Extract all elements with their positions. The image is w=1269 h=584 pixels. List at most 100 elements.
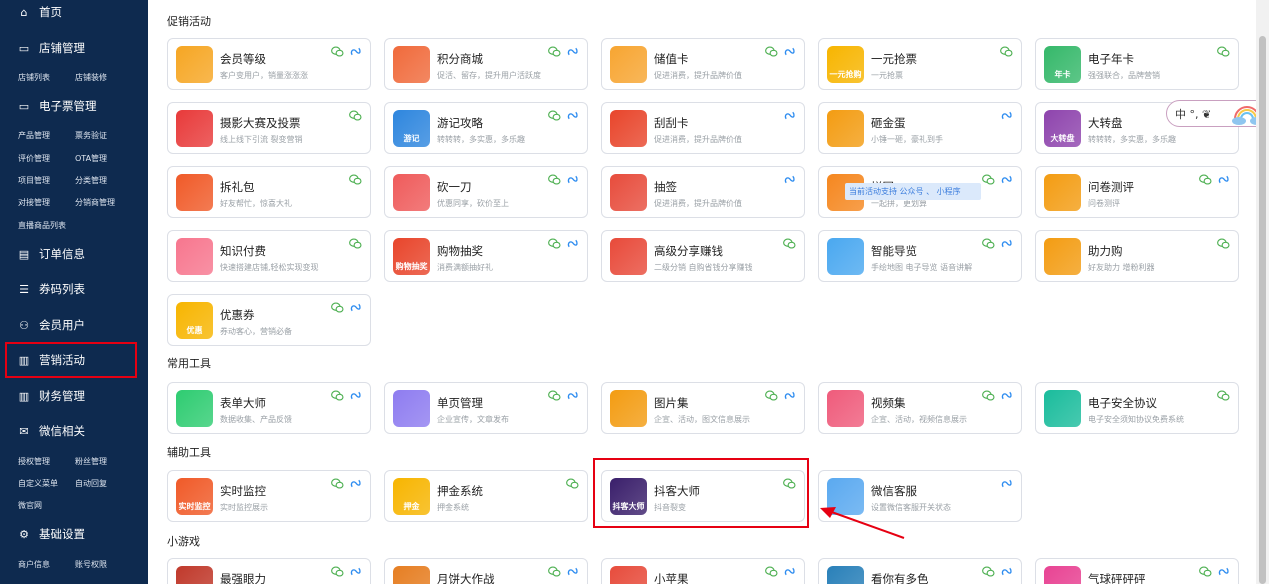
nav-sub-custom-menu[interactable]: 自定义菜单 [18,478,58,489]
platform-badges [1199,565,1230,578]
card-desc: 问卷测评 [1088,199,1120,208]
activity-card[interactable]: 助力购 好友助力 增粉利器 [1035,230,1239,282]
wechat-badge-icon [765,566,778,577]
nav-orders[interactable]: ▤ 订单信息 [18,244,85,264]
scrollbar-thumb[interactable] [1259,36,1266,584]
card-title: 问卷测评 [1088,180,1134,194]
card-desc: 强强联合，品牌营销 [1088,71,1160,80]
miniprogram-badge-icon [567,175,578,184]
activity-card[interactable]: 拆礼包 好友帮忙，惊喜大礼 [167,166,371,218]
tile-label: 大转盘 [1050,134,1075,143]
card-title: 拆礼包 [220,180,255,194]
nav-finance[interactable]: ▥ 财务管理 [18,386,85,406]
activity-card[interactable]: 刮刮卡 促进消费，提升品牌价值 [601,102,805,154]
nav-sub-auto-reply[interactable]: 自动回复 [75,478,107,489]
activity-card[interactable]: 实时监控 实时监控 实时监控展示 [167,470,371,522]
nav-sub-fans[interactable]: 粉丝管理 [75,456,107,467]
miniprogram-badge-icon [1001,111,1012,120]
activity-card[interactable]: 储值卡 促进消费，提升品牌价值 [601,38,805,90]
nav-sub-verify[interactable]: 票务验证 [75,130,107,141]
activity-card[interactable]: 抽签 促进消费，提升品牌价值 [601,166,805,218]
miniprogram-badge-icon [1001,479,1012,488]
wechat-badge-icon [349,238,362,249]
activity-card[interactable]: 砍一刀 优惠同享，砍价至上 [384,166,588,218]
wechat-badge-icon [331,566,344,577]
platform-badges [783,237,796,250]
platform-badges [765,389,796,402]
nav-members[interactable]: ⚇ 会员用户 [18,315,85,335]
card-title: 押金系统 [437,484,483,498]
activity-card[interactable]: 月饼大作战 [384,558,588,584]
activity-card[interactable]: 购物抽奖 购物抽奖 消费满额抽好礼 [384,230,588,282]
activity-card[interactable]: 一元抢购 一元抢票 一元抢票 [818,38,1022,90]
activity-card[interactable]: 游记 游记攻略 转转转，多实惠，多乐趣 [384,102,588,154]
activity-card[interactable]: 问卷测评 问卷测评 [1035,166,1239,218]
wechat-badge-icon [331,390,344,401]
platform-badges [331,45,362,58]
single-page-icon [393,390,430,427]
activity-card[interactable]: 小苹果 [601,558,805,584]
card-title: 最强眼力 [220,572,266,584]
activity-card[interactable]: 视频集 企宣、活动，视频信息展示 [818,382,1022,434]
nav-sub-store-list[interactable]: 店铺列表 [18,72,50,83]
nav-sub-docking[interactable]: 对接管理 [18,197,50,208]
red-arrow-annotation [820,507,905,539]
nav-sub-ota[interactable]: OTA管理 [75,153,107,164]
activity-card[interactable]: 优惠 优惠券 券动客心，营销必备 [167,294,371,346]
activity-card[interactable]: 图片集 企宣、活动，图文信息展示 [601,382,805,434]
activity-card[interactable]: 砸金蛋 小锤一砸，豪礼到手 [818,102,1022,154]
platform-badges [548,109,579,122]
activity-card[interactable]: 知识付费 快速搭建店铺,轻松实现变现 [167,230,371,282]
miniprogram-badge-icon [784,175,795,184]
marketing-highlight-box [5,342,137,378]
scratch-card-icon [610,110,647,147]
nav-home[interactable]: ⌂ 首页 [18,2,63,22]
nav-store[interactable]: ▭ 店铺管理 [18,38,85,58]
activity-card[interactable]: 气球砰砰砰 [1035,558,1239,584]
activity-card[interactable]: 最强眼力 [167,558,371,584]
activity-card[interactable]: 单页管理 企业宣传，文章发布 [384,382,588,434]
nav-sub-live-goods[interactable]: 直播商品列表 [18,220,66,231]
nav-sub-auth[interactable]: 授权管理 [18,456,50,467]
wechat-badge-icon [982,174,995,185]
activity-card[interactable]: 年卡 电子年卡 强强联合，品牌营销 [1035,38,1239,90]
nav-sub-account[interactable]: 账号权限 [75,559,107,570]
scrollbar[interactable] [1256,0,1269,584]
wechat-badge-icon [548,174,561,185]
activity-card[interactable]: 电子安全协议 电子安全须知协议免费系统 [1035,382,1239,434]
nav-settings[interactable]: ⚙ 基础设置 [18,524,85,544]
activity-card[interactable]: 智能导览 手绘地图 电子导览 语音讲解 [818,230,1022,282]
activity-card[interactable]: 看你有多色 [818,558,1022,584]
nav-sub-merchant[interactable]: 商户信息 [18,559,50,570]
card-desc: 电子安全须知协议免费系统 [1088,415,1184,424]
nav-sub-project[interactable]: 项目管理 [18,175,50,186]
activity-card[interactable]: 会员等级 客户变用户，销量涨涨涨 [167,38,371,90]
activity-card[interactable]: 表单大师 数据收集、产品反馈 [167,382,371,434]
eyesight-game-icon [176,566,213,584]
nav-wechat[interactable]: ✉ 微信相关 [18,421,85,441]
card-desc: 数据收集、产品反馈 [220,415,292,424]
nav-sub-review[interactable]: 评价管理 [18,153,50,164]
nav-sub-distributor[interactable]: 分销商管理 [75,197,115,208]
platform-badges [331,565,362,578]
card-title: 砍一刀 [437,180,472,194]
activity-card[interactable]: 摄影大赛及投票 线上线下引流 裂变营销 [167,102,371,154]
activity-card[interactable]: 高级分享赚钱 二级分销 自购省钱分享赚钱 [601,230,805,282]
card-title: 图片集 [654,396,689,410]
nav-sub-micro-site[interactable]: 微官网 [18,500,42,511]
activity-card[interactable]: 押金 押金系统 押金系统 [384,470,588,522]
activity-card[interactable]: 积分商城 促活、留存，提升用户活跃度 [384,38,588,90]
nav-sub-store-decor[interactable]: 店铺装修 [75,72,107,83]
miniprogram-badge-icon [784,47,795,56]
nav-coupons[interactable]: ☰ 券码列表 [18,279,85,299]
card-title: 一元抢票 [871,52,917,66]
miniprogram-badge-icon [350,479,361,488]
miniprogram-badge-icon [784,567,795,576]
tile-label: 优惠 [186,326,203,335]
card-title: 月饼大作战 [437,572,495,584]
crown-star-icon [176,46,213,83]
nav-eticket[interactable]: ▭ 电子票管理 [18,96,97,116]
nav-sub-product[interactable]: 产品管理 [18,130,50,141]
ime-toolbar[interactable]: 中 °, ❦ [1166,100,1269,127]
nav-sub-category[interactable]: 分类管理 [75,175,107,186]
